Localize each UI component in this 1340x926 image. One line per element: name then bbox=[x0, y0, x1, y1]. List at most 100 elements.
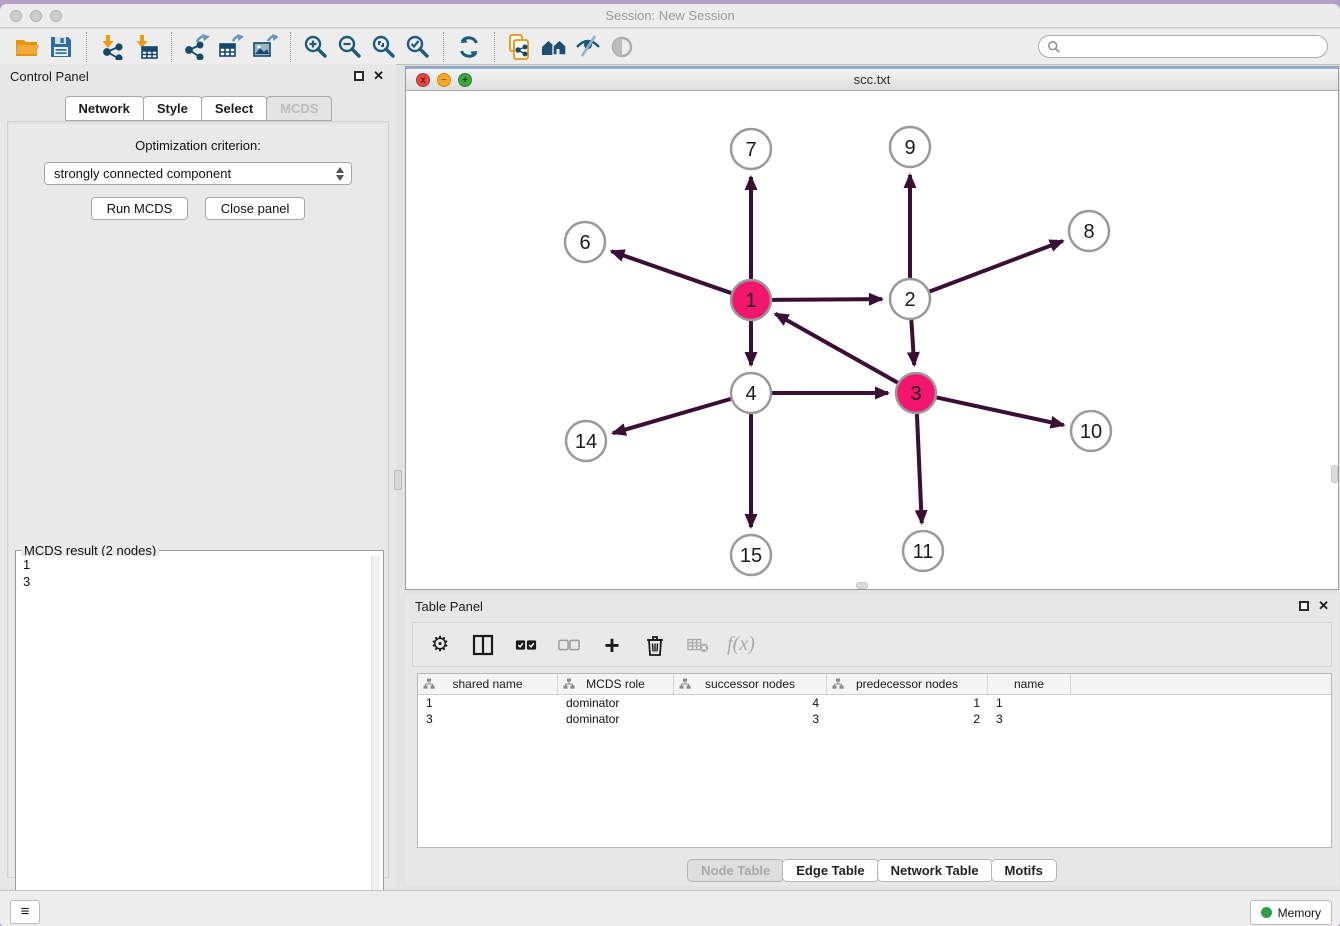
column-header-predecessor-nodes[interactable]: predecessor nodes bbox=[827, 674, 988, 694]
table-header-row: shared nameMCDS rolesuccessor nodesprede… bbox=[418, 674, 1331, 695]
refresh-button[interactable] bbox=[452, 32, 486, 62]
task-history-button[interactable]: ≡ bbox=[10, 900, 40, 924]
edge-1-2[interactable] bbox=[772, 299, 882, 300]
tab-motifs[interactable]: Motifs bbox=[991, 859, 1057, 882]
home-layout-button[interactable] bbox=[537, 32, 571, 62]
edge-1-6[interactable] bbox=[611, 251, 731, 293]
save-icon bbox=[48, 34, 74, 60]
search-input[interactable] bbox=[1067, 40, 1319, 54]
table-cell[interactable]: 1 bbox=[827, 695, 988, 711]
table-cell[interactable]: 3 bbox=[418, 711, 558, 727]
tab-select[interactable]: Select bbox=[201, 96, 267, 121]
open-session-button[interactable] bbox=[10, 32, 44, 62]
table-cell[interactable]: 1 bbox=[418, 695, 558, 711]
network-minimize-button[interactable]: − bbox=[437, 73, 451, 87]
tab-edge-table[interactable]: Edge Table bbox=[782, 859, 878, 882]
zoom-in-button[interactable] bbox=[299, 32, 333, 62]
table-cell[interactable]: 3 bbox=[988, 711, 1071, 727]
column-header-name[interactable]: name bbox=[988, 674, 1071, 694]
import-table-button[interactable] bbox=[129, 32, 163, 62]
network-close-button[interactable]: x bbox=[416, 73, 430, 87]
close-panel-icon[interactable]: ✕ bbox=[373, 68, 384, 84]
float-table-panel-icon[interactable] bbox=[1299, 601, 1309, 611]
deselect-all-button[interactable] bbox=[556, 632, 582, 658]
close-panel-button[interactable]: Close panel bbox=[205, 197, 306, 220]
network-view-window: x − + scc.txt 7 9 6 8 1 2 4 3 14 10 15 11 bbox=[405, 66, 1339, 590]
export-network-button[interactable] bbox=[180, 32, 214, 62]
graph-node-15[interactable]: 15 bbox=[731, 535, 771, 575]
network-window-titlebar: x − + scc.txt bbox=[406, 67, 1338, 91]
graph-node-4[interactable]: 4 bbox=[731, 373, 771, 413]
graph-node-6[interactable]: 6 bbox=[565, 222, 605, 262]
graph-node-9[interactable]: 9 bbox=[890, 127, 930, 167]
zoom-selected-button[interactable] bbox=[401, 32, 435, 62]
run-mcds-button[interactable]: Run MCDS bbox=[91, 197, 189, 220]
save-session-button[interactable] bbox=[44, 32, 78, 62]
delete-table-button[interactable] bbox=[685, 632, 711, 658]
close-table-panel-icon[interactable]: ✕ bbox=[1318, 598, 1329, 614]
graph-node-8[interactable]: 8 bbox=[1069, 211, 1109, 251]
tab-mcds[interactable]: MCDS bbox=[266, 96, 332, 121]
float-panel-icon[interactable] bbox=[354, 71, 364, 81]
zoom-out-button[interactable] bbox=[333, 32, 367, 62]
graph-node-1[interactable]: 1 bbox=[731, 280, 771, 320]
graph-node-10[interactable]: 10 bbox=[1071, 411, 1111, 451]
table-cell[interactable]: 1 bbox=[988, 695, 1071, 711]
graph-node-11[interactable]: 11 bbox=[903, 531, 943, 571]
table-cell[interactable]: 3 bbox=[674, 711, 827, 727]
tab-node-table[interactable]: Node Table bbox=[687, 859, 784, 882]
network-maximize-button[interactable]: + bbox=[458, 73, 472, 87]
show-panels-button[interactable] bbox=[605, 32, 639, 62]
edge-2-8[interactable] bbox=[930, 241, 1063, 292]
table-row[interactable]: 1dominator411 bbox=[418, 695, 1331, 711]
optimization-criterion-select[interactable]: strongly connected component bbox=[44, 162, 352, 185]
table-cell[interactable]: dominator bbox=[558, 695, 674, 711]
result-scrollbar[interactable] bbox=[371, 556, 380, 923]
function-builder-button[interactable]: f(x) bbox=[728, 632, 754, 658]
show-columns-button[interactable] bbox=[470, 632, 496, 658]
tab-network[interactable]: Network bbox=[65, 96, 144, 121]
hide-panels-button[interactable] bbox=[571, 32, 605, 62]
edge-3-1[interactable] bbox=[775, 314, 897, 383]
graph-node-7[interactable]: 7 bbox=[731, 129, 771, 169]
memory-button[interactable]: Memory bbox=[1250, 900, 1332, 925]
close-window-button[interactable] bbox=[10, 10, 22, 22]
tab-network-table[interactable]: Network Table bbox=[877, 859, 993, 882]
edge-3-10[interactable] bbox=[937, 397, 1064, 425]
table-cell[interactable]: 4 bbox=[674, 695, 827, 711]
vertical-scrollbar[interactable] bbox=[1331, 465, 1338, 483]
memory-status-icon bbox=[1261, 907, 1272, 918]
delete-column-button[interactable] bbox=[642, 632, 668, 658]
select-all-button[interactable] bbox=[513, 632, 539, 658]
export-image-button[interactable] bbox=[248, 32, 282, 62]
table-settings-button[interactable]: ⚙ bbox=[427, 632, 453, 658]
maximize-window-button[interactable] bbox=[50, 10, 62, 22]
zoom-fit-button[interactable] bbox=[367, 32, 401, 62]
svg-text:6: 6 bbox=[579, 232, 590, 254]
main-titlebar: Session: New Session bbox=[0, 4, 1340, 28]
export-table-button[interactable] bbox=[214, 32, 248, 62]
graph-node-3[interactable]: 3 bbox=[896, 373, 936, 413]
graph-node-2[interactable]: 2 bbox=[890, 279, 930, 319]
minimize-window-button[interactable] bbox=[30, 10, 42, 22]
horizontal-scrollbar[interactable] bbox=[856, 582, 868, 589]
column-header-successor-nodes[interactable]: successor nodes bbox=[674, 674, 827, 694]
table-panel-tabs: Node TableEdge TableNetwork TableMotifs bbox=[405, 859, 1339, 882]
edge-4-14[interactable] bbox=[613, 399, 731, 433]
table-row[interactable]: 3dominator323 bbox=[418, 711, 1331, 727]
add-column-button[interactable]: + bbox=[599, 632, 625, 658]
trash-icon bbox=[644, 634, 666, 656]
panel-divider-grip[interactable] bbox=[394, 470, 402, 490]
edge-3-11[interactable] bbox=[917, 414, 922, 523]
column-header-shared-name[interactable]: shared name bbox=[418, 674, 558, 694]
table-cell[interactable]: 2 bbox=[827, 711, 988, 727]
clone-network-button[interactable] bbox=[503, 32, 537, 62]
select-stepper-icon bbox=[335, 166, 346, 182]
column-header-MCDS-role[interactable]: MCDS role bbox=[558, 674, 674, 694]
import-network-button[interactable] bbox=[95, 32, 129, 62]
table-cell[interactable]: dominator bbox=[558, 711, 674, 727]
network-canvas[interactable]: 7 9 6 8 1 2 4 3 14 10 15 11 bbox=[406, 93, 1338, 589]
edge-2-3[interactable] bbox=[911, 320, 914, 365]
graph-node-14[interactable]: 14 bbox=[566, 421, 606, 461]
tab-style[interactable]: Style bbox=[143, 96, 202, 121]
